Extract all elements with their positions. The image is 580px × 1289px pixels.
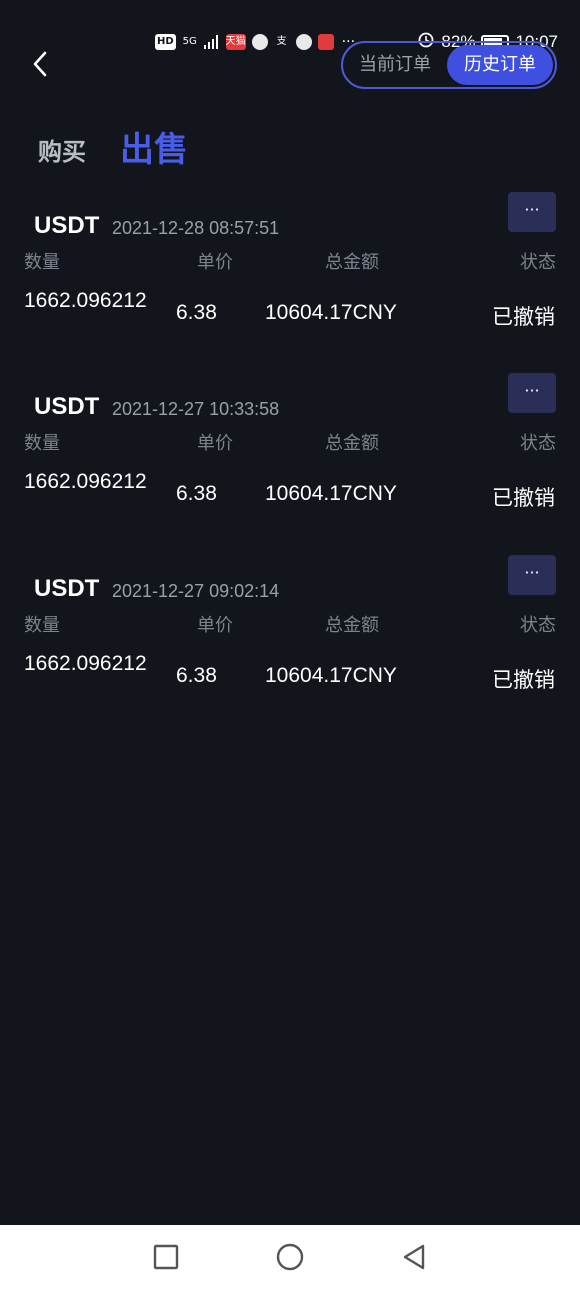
system-nav-bar: [0, 1225, 580, 1289]
hand-icon: [295, 34, 312, 50]
order-type-toggle: 当前订单 历史订单: [341, 41, 557, 89]
order-status: 已撤销: [492, 486, 555, 510]
column-quantity-label: 数量: [24, 433, 60, 454]
order-total: 10604.17CNY: [265, 664, 397, 687]
tmall-icon: 天猫: [225, 34, 246, 50]
column-status-label: 状态: [520, 252, 556, 273]
order-card: USDT 2021-12-27 09:02:14 ··· 数量 单价 总金额 状…: [0, 555, 580, 745]
order-coin: USDT: [34, 393, 100, 420]
triangle-back-icon: [403, 1244, 425, 1270]
column-price-label: 单价: [197, 252, 233, 273]
order-card: USDT 2021-12-28 08:57:51 ··· 数量 单价 总金额 状…: [0, 192, 580, 382]
recent-apps-button[interactable]: [148, 1239, 184, 1275]
order-more-button[interactable]: ···: [508, 555, 556, 595]
5g-icon: 5G: [182, 36, 197, 47]
circle-icon: [276, 1243, 304, 1271]
column-quantity-label: 数量: [24, 615, 60, 636]
column-total-label: 总金额: [325, 252, 379, 273]
order-total: 10604.17CNY: [265, 482, 397, 505]
column-price-label: 单价: [197, 433, 233, 454]
history-orders-tab[interactable]: 历史订单: [447, 45, 553, 85]
back-nav-button[interactable]: [396, 1239, 432, 1275]
chevron-left-icon: [33, 51, 47, 77]
order-price: 6.38: [176, 664, 217, 687]
app-icon: [251, 34, 268, 50]
signal-icon: [203, 34, 220, 50]
order-status: 已撤销: [492, 668, 555, 692]
current-orders-tab[interactable]: 当前订单: [343, 45, 447, 85]
back-button[interactable]: [26, 50, 54, 78]
status-icons: HD 5G 天猫 支 ···: [155, 34, 355, 50]
order-time: 2021-12-27 09:02:14: [112, 581, 280, 601]
column-price-label: 单价: [197, 615, 233, 636]
order-quantity: 1662.096212: [24, 470, 147, 493]
hd-icon: HD: [155, 34, 176, 50]
order-time: 2021-12-28 08:57:51: [112, 218, 280, 238]
order-time: 2021-12-27 10:33:58: [112, 399, 280, 419]
order-more-button[interactable]: ···: [508, 373, 556, 413]
order-total: 10604.17CNY: [265, 301, 397, 324]
column-total-label: 总金额: [325, 615, 379, 636]
tab-sell[interactable]: 出售: [120, 122, 188, 171]
home-button[interactable]: [272, 1239, 308, 1275]
order-card: USDT 2021-12-27 10:33:58 ··· 数量 单价 总金额 状…: [0, 373, 580, 563]
order-status: 已撤销: [492, 305, 555, 329]
column-total-label: 总金额: [325, 433, 379, 454]
order-price: 6.38: [176, 301, 217, 324]
order-price: 6.38: [176, 482, 217, 505]
order-quantity: 1662.096212: [24, 289, 147, 312]
order-quantity: 1662.096212: [24, 652, 147, 675]
order-coin: USDT: [34, 575, 100, 602]
column-status-label: 状态: [520, 433, 556, 454]
alipay-icon: 支: [276, 36, 287, 47]
order-more-button[interactable]: ···: [508, 192, 556, 232]
square-icon: [153, 1244, 179, 1270]
column-quantity-label: 数量: [24, 252, 60, 273]
order-coin: USDT: [34, 212, 100, 239]
trade-side-tabs: 购买 出售: [38, 122, 188, 171]
column-status-label: 状态: [520, 615, 556, 636]
tab-buy[interactable]: 购买: [38, 132, 86, 171]
book-icon: [317, 34, 334, 50]
